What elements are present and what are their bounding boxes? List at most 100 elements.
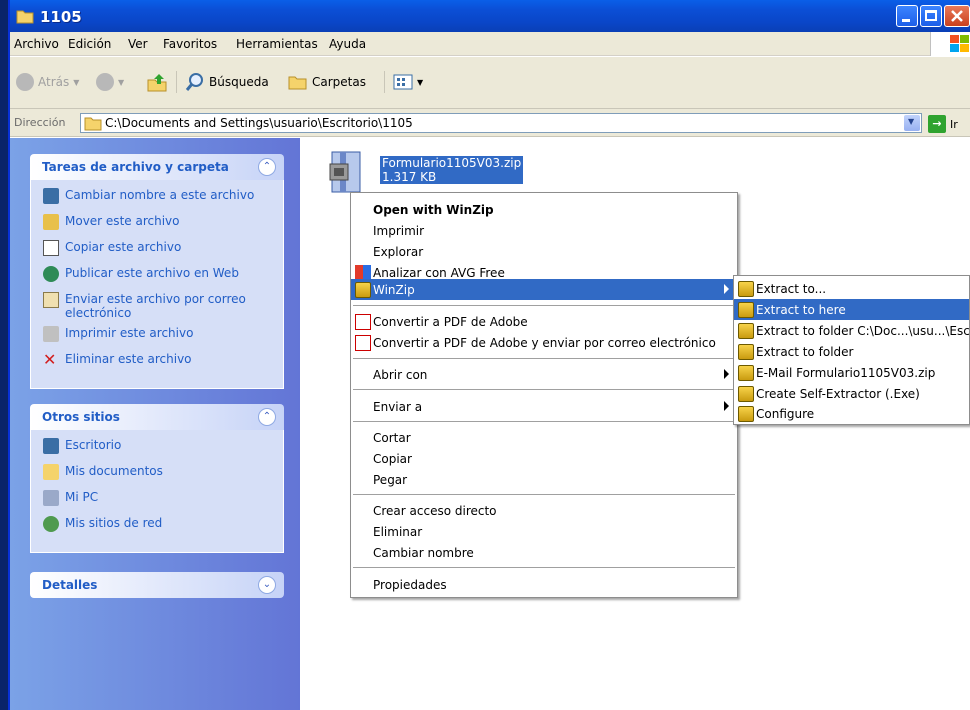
menu-label: Eliminar (373, 525, 423, 539)
search-button[interactable]: Búsqueda (176, 71, 269, 93)
menu-delete[interactable]: Eliminar (351, 521, 737, 542)
copy-icon (43, 240, 59, 256)
place-my-computer[interactable]: Mi PC (31, 490, 283, 510)
address-input[interactable]: C:\Documents and Settings\usuario\Escrit… (80, 113, 922, 133)
chevron-down-icon: ▼ (908, 117, 915, 126)
submenu-email[interactable]: E-Mail Formulario1105V03.zip (734, 362, 969, 383)
address-dropdown-button[interactable]: ▼ (904, 115, 920, 131)
task-label: Publicar este archivo en Web (65, 266, 239, 280)
menu-label: Convertir a PDF de Adobe (373, 315, 528, 329)
menu-ver[interactable]: Ver (128, 37, 148, 51)
views-button[interactable]: ▼ (384, 71, 423, 93)
menu-open-with-winzip[interactable]: Open with WinZip (351, 199, 737, 220)
menu-label: Propiedades (373, 578, 447, 592)
up-folder-button[interactable] (146, 71, 168, 93)
close-button[interactable] (944, 5, 970, 27)
submenu-create-self-extractor[interactable]: Create Self-Extractor (.Exe) (734, 383, 969, 404)
task-pane: Tareas de archivo y carpeta ⌃ Cambiar no… (10, 138, 300, 710)
minimize-button[interactable] (896, 5, 918, 27)
menu-label: Abrir con (373, 368, 428, 382)
forward-button[interactable]: ▼ (96, 71, 124, 93)
task-print[interactable]: Imprimir este archivo (31, 326, 283, 346)
task-copy[interactable]: Copiar este archivo (31, 240, 283, 260)
maximize-button[interactable] (920, 5, 942, 27)
menu-separator (353, 494, 735, 495)
submenu-extract-to-folder[interactable]: Extract to folder (734, 341, 969, 362)
menu-send-to[interactable]: Enviar a (351, 396, 737, 417)
menu-edicion[interactable]: Edición (68, 37, 111, 51)
print-icon (43, 326, 59, 342)
place-my-documents[interactable]: Mis documentos (31, 464, 283, 484)
task-delete[interactable]: ✕ Eliminar este archivo (31, 352, 283, 372)
chevron-down-icon: ▼ (73, 77, 80, 87)
place-desktop[interactable]: Escritorio (31, 438, 283, 458)
zip-file-item[interactable] (326, 148, 374, 196)
menu-ayuda[interactable]: Ayuda (329, 37, 366, 51)
other-places-list: Escritorio Mis documentos Mi PC Mis siti… (30, 430, 284, 553)
task-label: Enviar este archivo por correo electróni… (65, 292, 246, 320)
go-label: Ir (950, 117, 958, 131)
other-places-header[interactable]: Otros sitios ⌃ (30, 404, 284, 430)
submenu-label: Configure (756, 407, 815, 421)
winzip-icon (738, 344, 754, 360)
collapse-icon[interactable]: ⌃ (258, 158, 276, 176)
pdf-icon (355, 314, 371, 330)
submenu-extract-to-folder-path[interactable]: Extract to folder C:\Doc...\usu...\Esc (734, 320, 969, 341)
go-button[interactable]: → Ir (928, 115, 958, 133)
menu-herramientas[interactable]: Herramientas (236, 37, 318, 51)
chevron-down-icon: ▼ (118, 77, 125, 87)
menu-bar: Archivo Edición Ver Favoritos Herramient… (10, 32, 970, 56)
other-places-title: Otros sitios (42, 410, 120, 424)
menu-cut[interactable]: Cortar (351, 427, 737, 448)
task-label: Eliminar este archivo (65, 352, 192, 366)
task-rename[interactable]: Cambiar nombre a este archivo (31, 188, 283, 208)
task-email[interactable]: Enviar este archivo por correo electróni… (31, 292, 283, 320)
winzip-icon (355, 282, 371, 298)
collapse-icon[interactable]: ⌃ (258, 408, 276, 426)
file-name: Formulario1105V03.zip (382, 156, 522, 170)
chevron-down-icon: ▼ (417, 77, 424, 87)
winzip-icon (738, 302, 754, 318)
windows-flag-icon (950, 35, 969, 52)
submenu-label: E-Mail Formulario1105V03.zip (756, 366, 936, 380)
details-header[interactable]: Detalles ⌄ (30, 572, 284, 598)
file-name-label[interactable]: Formulario1105V03.zip 1.317 KB (380, 156, 524, 184)
task-publish[interactable]: Publicar este archivo en Web (31, 266, 283, 286)
file-tasks-header[interactable]: Tareas de archivo y carpeta ⌃ (30, 154, 284, 180)
pdf-email-icon (355, 335, 371, 351)
back-label: Atrás (38, 75, 70, 89)
menu-favoritos[interactable]: Favoritos (163, 37, 217, 51)
menu-print[interactable]: Imprimir (351, 220, 737, 241)
menu-copy[interactable]: Copiar (351, 448, 737, 469)
place-label: Mi PC (65, 490, 99, 504)
my-computer-icon (43, 490, 59, 506)
menu-archivo[interactable]: Archivo (14, 37, 59, 51)
winzip-icon (738, 406, 754, 422)
folders-button[interactable]: Carpetas (288, 71, 366, 93)
submenu-label: Extract to here (756, 303, 846, 317)
submenu-label: Extract to folder C:\Doc...\usu...\Esc (756, 324, 970, 338)
menu-rename[interactable]: Cambiar nombre (351, 542, 737, 563)
title-bar[interactable]: 1105 (10, 0, 970, 32)
place-network[interactable]: Mis sitios de red (31, 516, 283, 536)
menu-convert-pdf[interactable]: Convertir a PDF de Adobe (351, 311, 737, 332)
task-move[interactable]: Mover este archivo (31, 214, 283, 234)
menu-winzip[interactable]: WinZip (351, 279, 737, 300)
menu-create-shortcut[interactable]: Crear acceso directo (351, 500, 737, 521)
menu-explore[interactable]: Explorar (351, 241, 737, 262)
forward-arrow-icon (96, 73, 114, 91)
submenu-configure[interactable]: Configure (734, 403, 969, 424)
search-icon (185, 73, 203, 91)
submenu-arrow-icon (724, 401, 729, 411)
submenu-extract-to[interactable]: Extract to... (734, 278, 969, 299)
menu-convert-pdf-email[interactable]: Convertir a PDF de Adobe y enviar por co… (351, 332, 737, 353)
address-label: Dirección (14, 116, 66, 129)
back-button[interactable]: Atrás ▼ (16, 71, 79, 93)
menu-label: Crear acceso directo (373, 504, 497, 518)
menu-properties[interactable]: Propiedades (351, 574, 737, 595)
menu-open-with[interactable]: Abrir con (351, 364, 737, 385)
menu-paste[interactable]: Pegar (351, 469, 737, 490)
move-icon (43, 214, 59, 230)
expand-icon[interactable]: ⌄ (258, 576, 276, 594)
submenu-extract-here[interactable]: Extract to here (734, 299, 969, 320)
